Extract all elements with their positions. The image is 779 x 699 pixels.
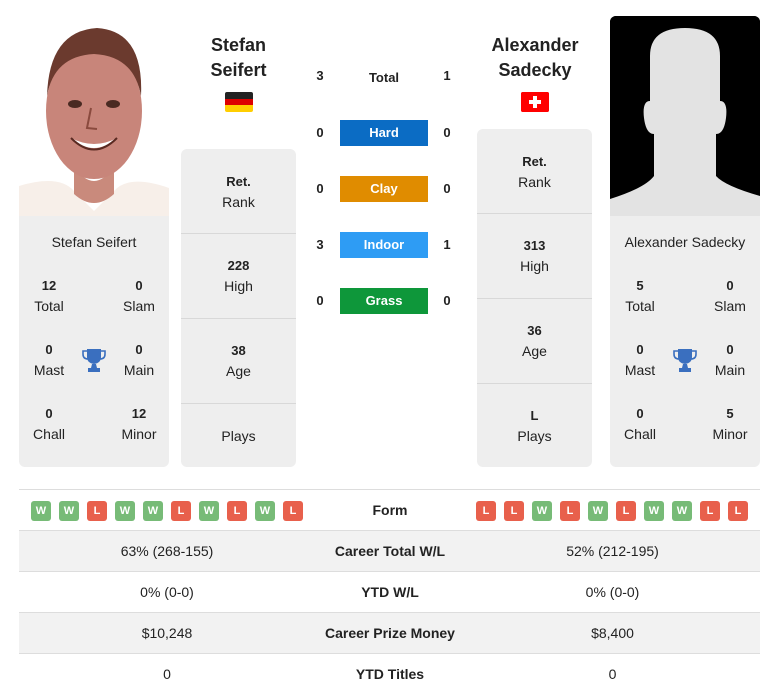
- surface-grass-badge[interactable]: Grass: [340, 288, 428, 314]
- h2h-grass-p1: 0: [316, 293, 324, 308]
- player2-value: 0: [608, 666, 617, 682]
- h2h-total-p2: 1: [443, 68, 451, 83]
- player1-titles-card: Stefan Seifert 12 Total 0 Slam 0 Mast 0 …: [19, 216, 169, 467]
- surface-indoor-badge[interactable]: Indoor: [340, 232, 428, 258]
- player2-form-badge-loss[interactable]: L: [616, 501, 636, 521]
- germany-flag-icon: [225, 92, 253, 112]
- comparison-table: WWLWWLWLWL Form LLWLWLWWLL 63% (268-155)…: [19, 489, 760, 694]
- player2-form-badge-loss[interactable]: L: [560, 501, 580, 521]
- player1-form-badge-win[interactable]: W: [31, 501, 51, 521]
- player2-slam-titles: 0 Slam: [714, 278, 746, 314]
- player1-card-name: Stefan Seifert: [51, 234, 137, 250]
- player1-form-badge-loss[interactable]: L: [227, 501, 247, 521]
- player1-name[interactable]: Stefan Seifert: [181, 33, 296, 83]
- player1-age: 38 Age: [181, 318, 296, 403]
- player1-high: 228 High: [181, 233, 296, 318]
- h2h-hard-p2: 0: [443, 125, 451, 140]
- form-row: WWLWWLWLWL Form LLWLWLWWLL: [19, 489, 760, 530]
- table-row: 0% (0-0) YTD W/L 0% (0-0): [19, 571, 760, 612]
- player1-form-badge-win[interactable]: W: [199, 501, 219, 521]
- player2-masters-titles: 0 Mast: [624, 342, 656, 378]
- player2-form-badge-loss[interactable]: L: [700, 501, 720, 521]
- h2h-total-label: Total: [368, 70, 400, 85]
- h2h-clay-p2: 0: [443, 181, 451, 196]
- h2h-indoor-p1: 3: [316, 237, 324, 252]
- player2-form-badge-loss[interactable]: L: [504, 501, 524, 521]
- surface-hard-badge[interactable]: Hard: [340, 120, 428, 146]
- player1-total-titles: 12 Total: [34, 278, 64, 314]
- player2-total-titles: 5 Total: [625, 278, 655, 314]
- player2-titles-card: Alexander Sadecky 5 Total 0 Slam 0 Mast …: [610, 216, 760, 467]
- player1-form-badge-loss[interactable]: L: [283, 501, 303, 521]
- player2-age: 36 Age: [477, 298, 592, 383]
- player2-value: $8,400: [591, 625, 634, 641]
- row-label: Career Total W/L: [334, 543, 446, 559]
- player1-photo: [19, 16, 169, 216]
- player2-card-name: Alexander Sadecky: [624, 234, 746, 250]
- player1-value: 0: [163, 666, 171, 682]
- player1-form-badge-win[interactable]: W: [255, 501, 275, 521]
- trophy-icon: [673, 347, 697, 373]
- player2-name[interactable]: Alexander Sadecky: [477, 33, 593, 83]
- player2-value: 52% (212-195): [566, 543, 659, 559]
- player2-challenger-titles: 0 Chall: [624, 406, 656, 442]
- player1-main-titles: 0 Main: [123, 342, 155, 378]
- row-label: Career Prize Money: [325, 625, 455, 641]
- player2-form-badge-win[interactable]: W: [644, 501, 664, 521]
- player2-minor-titles: 5 Minor: [712, 406, 748, 442]
- player2-plays: L Plays: [477, 383, 592, 468]
- player1-form-badge-win[interactable]: W: [115, 501, 135, 521]
- player1-masters-titles: 0 Mast: [33, 342, 65, 378]
- player2-photo: [610, 16, 760, 216]
- player1-form-badge-loss[interactable]: L: [87, 501, 107, 521]
- player1-form-badge-win[interactable]: W: [143, 501, 163, 521]
- player2-high: 313 High: [477, 213, 592, 298]
- player2-form-badge-win[interactable]: W: [672, 501, 692, 521]
- player1-minor-titles: 12 Minor: [121, 406, 157, 442]
- player1-form-badge-win[interactable]: W: [59, 501, 79, 521]
- row-label: YTD W/L: [361, 584, 419, 600]
- form-label: Form: [372, 502, 408, 518]
- player2-form-badge-win[interactable]: W: [588, 501, 608, 521]
- player2-form-badge-loss[interactable]: L: [728, 501, 748, 521]
- player1-value: $10,248: [141, 625, 193, 641]
- player1-value: 63% (268-155): [120, 543, 214, 559]
- table-row: $10,248 Career Prize Money $8,400: [19, 612, 760, 653]
- player1-form: WWLWWLWLWL: [31, 501, 303, 521]
- player2-form: LLWLWLWWLL: [476, 501, 748, 521]
- h2h-total-p1: 3: [316, 68, 324, 83]
- player1-form-badge-loss[interactable]: L: [171, 501, 191, 521]
- table-row: 0 YTD Titles 0: [19, 653, 760, 694]
- h2h-grass-p2: 0: [443, 293, 451, 308]
- h2h-clay-row: 0 Clay 0: [310, 176, 460, 202]
- player2-rank: Ret. Rank: [518, 153, 551, 190]
- h2h-clay-p1: 0: [316, 181, 324, 196]
- player1-plays: Plays: [181, 403, 296, 467]
- player1-challenger-titles: 0 Chall: [33, 406, 65, 442]
- player2-form-badge-loss[interactable]: L: [476, 501, 496, 521]
- table-row: 63% (268-155) Career Total W/L 52% (212-…: [19, 530, 760, 571]
- player2-main-titles: 0 Main: [714, 342, 746, 378]
- player1-value: 0% (0-0): [140, 584, 194, 600]
- surface-clay-badge[interactable]: Clay: [340, 176, 428, 202]
- h2h-hard-row: 0 Hard 0: [310, 120, 460, 146]
- h2h-total-row: 3 Total 1: [310, 63, 460, 89]
- player1-slam-titles: 0 Slam: [123, 278, 155, 314]
- row-label: YTD Titles: [355, 666, 425, 682]
- switzerland-flag-icon: [521, 92, 549, 112]
- player1-ranking-panel: Ret. Rank 228 High 38 Age Plays: [181, 149, 296, 467]
- trophy-icon: [82, 347, 106, 373]
- h2h-indoor-row: 3 Indoor 1: [310, 232, 460, 258]
- h2h-indoor-p2: 1: [443, 237, 451, 252]
- h2h-grass-row: 0 Grass 0: [310, 288, 460, 314]
- h2h-hard-p1: 0: [316, 125, 324, 140]
- player1-rank: Ret. Rank: [222, 173, 255, 210]
- player2-ranking-panel: Ret. Rank 313 High 36 Age L Plays: [477, 129, 592, 467]
- player2-value: 0% (0-0): [585, 584, 640, 600]
- player2-form-badge-win[interactable]: W: [532, 501, 552, 521]
